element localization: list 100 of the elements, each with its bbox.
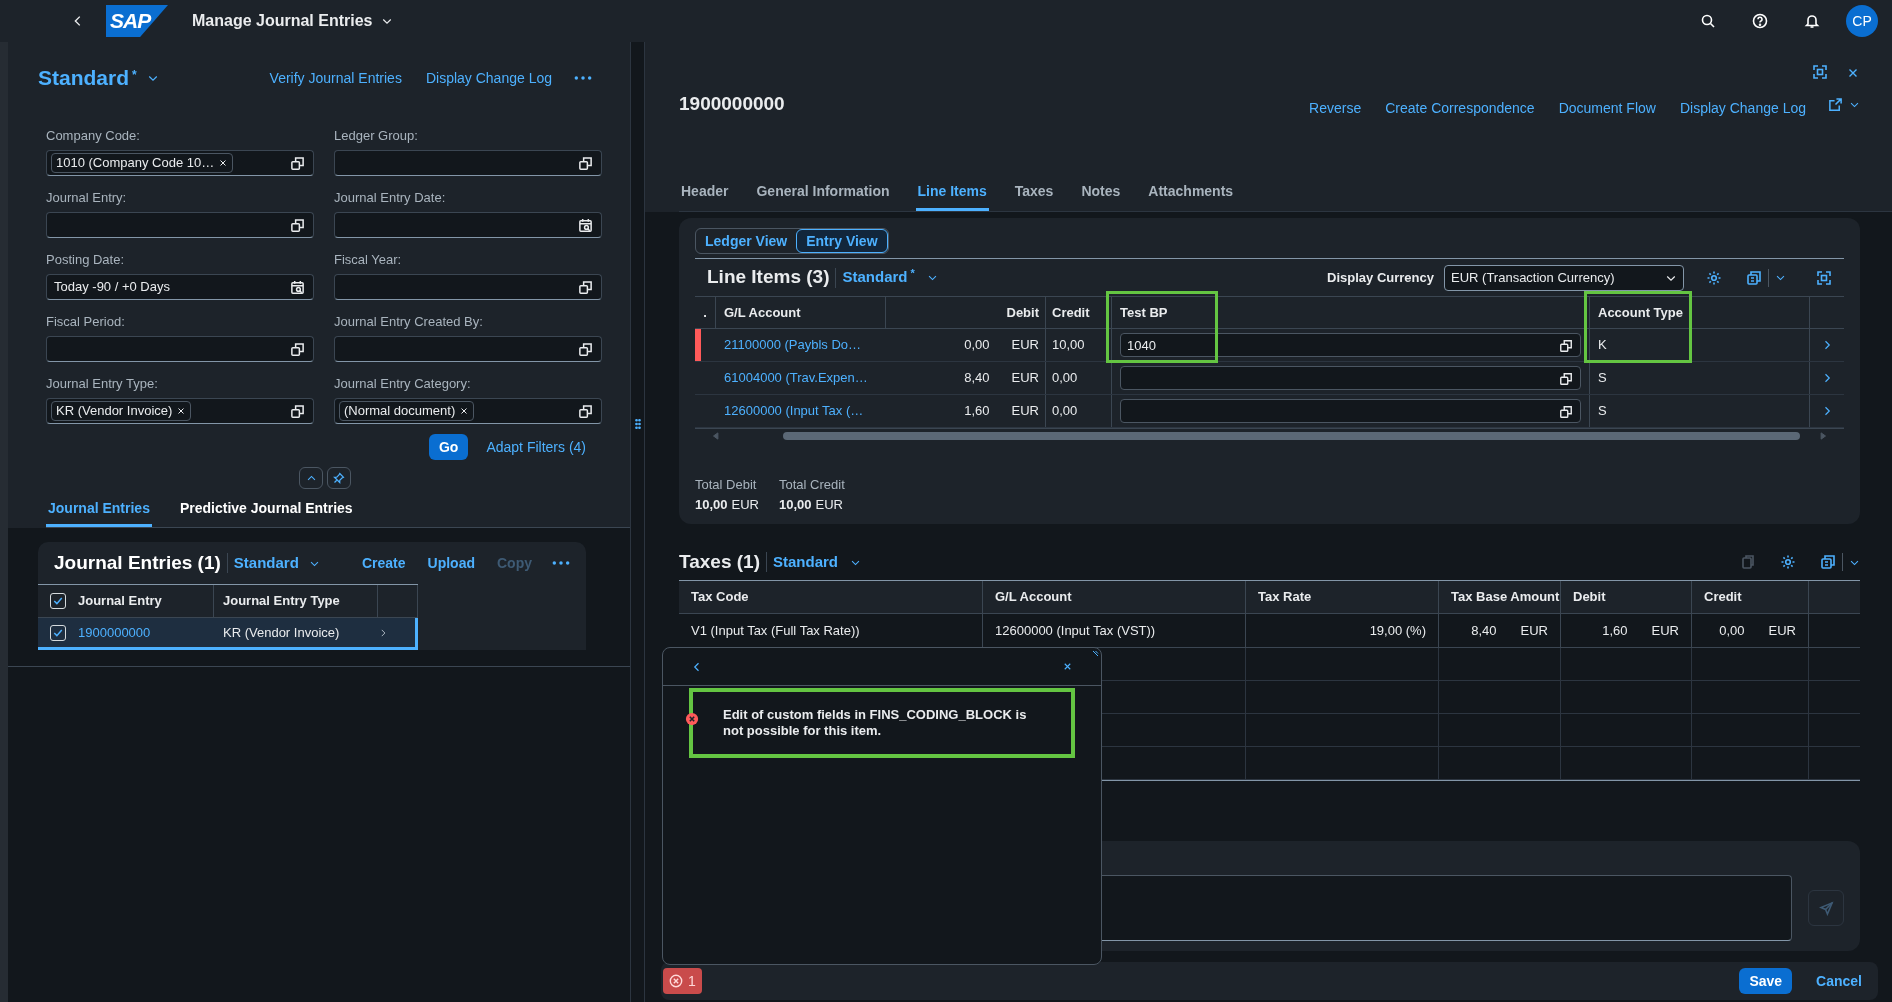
variant-selector[interactable]: Standard $^{*}$ bbox=[842, 266, 938, 289]
toolbar-button[interactable]: Create bbox=[361, 552, 406, 574]
field-label: Journal Entry: bbox=[46, 189, 128, 207]
link[interactable]: 21100000 (Paybls Do… bbox=[724, 335, 862, 355]
field-label: Journal Entry Date: bbox=[334, 189, 447, 207]
link[interactable]: 1900000000 bbox=[78, 622, 214, 643]
fullscreen-icon[interactable] bbox=[1816, 269, 1832, 286]
value-help-icon[interactable] bbox=[290, 341, 305, 357]
remove-icon[interactable] bbox=[218, 158, 229, 168]
link[interactable]: 12600000 (Input Tax (… bbox=[724, 401, 864, 421]
tab[interactable]: General Information bbox=[754, 175, 892, 211]
toolbar-link[interactable]: Display Change Log bbox=[425, 67, 552, 89]
close-icon[interactable] bbox=[1062, 661, 1073, 672]
link[interactable]: 61004000 (Trav.Expen… bbox=[724, 368, 868, 388]
segment[interactable]: Entry View bbox=[796, 229, 888, 253]
toolbar-link[interactable]: Create Correspondence bbox=[1385, 98, 1535, 119]
input-field[interactable]: KR (Vendor Invoice) bbox=[46, 398, 314, 424]
error-icon bbox=[669, 974, 683, 988]
tab[interactable]: Line Items bbox=[915, 175, 989, 211]
pin-header-button[interactable] bbox=[327, 467, 351, 489]
value-help-icon[interactable] bbox=[1559, 372, 1573, 386]
user-avatar[interactable]: CP bbox=[1846, 5, 1878, 37]
export-icon[interactable] bbox=[1820, 554, 1836, 570]
token[interactable]: 1010 (Company Code 10… bbox=[51, 153, 234, 173]
select-field[interactable]: EUR (Transaction Currency) bbox=[1444, 264, 1684, 291]
input-field[interactable] bbox=[46, 212, 314, 238]
fullscreen-icon[interactable] bbox=[1812, 64, 1828, 80]
remove-icon[interactable] bbox=[459, 406, 470, 416]
input-field[interactable] bbox=[1120, 399, 1581, 423]
tab[interactable]: Header bbox=[679, 175, 731, 211]
share-menu-button[interactable] bbox=[1828, 97, 1860, 112]
column-header: Test BP bbox=[1120, 303, 1168, 322]
value-help-icon[interactable] bbox=[290, 403, 305, 419]
value-help-icon[interactable] bbox=[578, 341, 593, 357]
settings-icon[interactable] bbox=[1780, 554, 1796, 570]
message-text: Edit of custom fields in FINS_CODING_BLOCK is not possible for this item. bbox=[723, 707, 1028, 739]
input-field[interactable]: 1010 (Company Code 10… bbox=[46, 150, 314, 176]
input-field[interactable]: 1040 bbox=[1120, 333, 1581, 357]
more-button[interactable] bbox=[574, 76, 592, 80]
value-help-icon[interactable] bbox=[1559, 339, 1573, 353]
more-button[interactable] bbox=[552, 561, 570, 565]
table-cell-text: 0,00 bbox=[1052, 369, 1078, 388]
token[interactable]: (Normal document) bbox=[339, 401, 475, 421]
resize-handle-icon[interactable] bbox=[1091, 650, 1099, 658]
adapt-filters-link[interactable]: Adapt Filters (4) bbox=[486, 436, 586, 458]
toolbar-link[interactable]: Document Flow bbox=[1558, 98, 1656, 119]
column-header: Tax Rate bbox=[1258, 588, 1312, 607]
chevron-right-icon[interactable] bbox=[378, 627, 388, 638]
input-field[interactable] bbox=[46, 336, 314, 362]
checkbox[interactable] bbox=[50, 624, 66, 641]
table-cell-text: K bbox=[1598, 336, 1607, 355]
footer-button[interactable]: Cancel bbox=[1812, 968, 1866, 994]
value-help-icon[interactable] bbox=[290, 155, 305, 171]
field-label: Journal Entry Category: bbox=[334, 375, 472, 393]
variant-selector[interactable]: Standard bbox=[772, 550, 861, 574]
value-help-icon[interactable] bbox=[578, 279, 593, 295]
toolbar-link[interactable]: Reverse bbox=[1309, 98, 1362, 119]
toolbar-button[interactable]: Upload bbox=[427, 552, 475, 574]
input-field[interactable] bbox=[334, 336, 602, 362]
field-label: Posting Date: bbox=[46, 251, 126, 269]
toolbar-link[interactable]: Verify Journal Entries bbox=[269, 67, 402, 89]
value-help-icon[interactable] bbox=[578, 403, 593, 419]
tab[interactable]: Predictive Journal Entries bbox=[177, 493, 355, 527]
tab[interactable]: Taxes bbox=[1012, 175, 1056, 211]
tab[interactable]: Journal Entries bbox=[46, 493, 152, 527]
value-help-icon[interactable] bbox=[578, 155, 593, 171]
calendar-icon[interactable] bbox=[290, 279, 305, 295]
checkbox[interactable] bbox=[50, 593, 66, 609]
variant-selector[interactable]: Standard bbox=[233, 551, 320, 575]
value-help-icon[interactable] bbox=[1559, 405, 1573, 419]
input-field[interactable]: (Normal document) bbox=[334, 398, 602, 424]
token[interactable]: KR (Vendor Invoice) bbox=[51, 401, 192, 421]
calendar-icon[interactable] bbox=[578, 217, 593, 233]
app-title-menu[interactable]: Manage Journal Entries bbox=[192, 9, 393, 33]
message-button[interactable]: 1 bbox=[663, 968, 702, 994]
remove-icon[interactable] bbox=[176, 406, 187, 416]
logo: SAP bbox=[106, 5, 168, 37]
input-field[interactable]: Today -90 / +0 Days bbox=[46, 274, 314, 300]
table-row[interactable]: 1900000000 KR (Vendor Invoice) bbox=[38, 618, 418, 650]
footer-button[interactable]: Save bbox=[1739, 968, 1793, 994]
tab[interactable]: Attachments bbox=[1146, 175, 1236, 211]
variant-selector[interactable]: Standard$^{*}$ bbox=[38, 62, 159, 94]
export-icon[interactable] bbox=[1746, 269, 1762, 286]
input-field[interactable] bbox=[1120, 366, 1581, 390]
value-help-icon[interactable] bbox=[290, 217, 305, 233]
tab[interactable]: Notes bbox=[1079, 175, 1123, 211]
more-icon bbox=[552, 561, 570, 565]
go-button[interactable]: Go bbox=[428, 434, 469, 460]
amount-text: 0,00 bbox=[964, 336, 990, 355]
input-field[interactable] bbox=[334, 274, 602, 300]
column-header: Credit bbox=[1704, 588, 1742, 607]
amount-text: 8,40 bbox=[964, 369, 990, 388]
input-field[interactable] bbox=[334, 150, 602, 176]
input-field[interactable] bbox=[334, 212, 602, 238]
object-title: 1900000000 bbox=[679, 92, 785, 116]
table-cell-text: 10,00 bbox=[1052, 336, 1085, 355]
segment[interactable]: Ledger View bbox=[696, 229, 797, 253]
toolbar-link[interactable]: Display Change Log bbox=[1679, 98, 1806, 119]
search-icon bbox=[1700, 13, 1716, 29]
settings-icon[interactable] bbox=[1706, 269, 1722, 286]
